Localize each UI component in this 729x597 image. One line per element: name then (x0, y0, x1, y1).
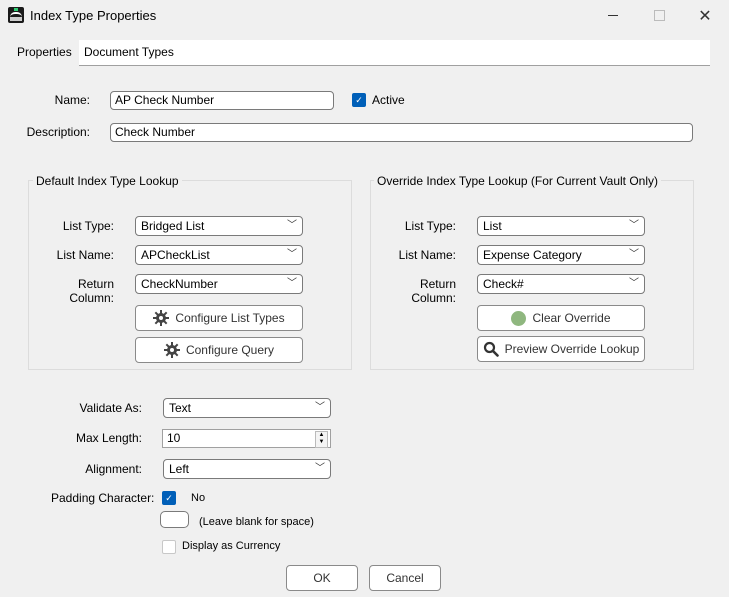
validate-as-label: Validate As: (79, 401, 142, 415)
padding-character-input[interactable] (160, 511, 189, 528)
default-return-column-label: Return Column: (69, 277, 114, 305)
app-logo-icon (8, 7, 24, 23)
name-label: Name: (54, 93, 90, 107)
status-circle-icon (511, 310, 527, 326)
search-icon (483, 341, 499, 357)
configure-list-types-button[interactable]: Configure List Types (135, 305, 303, 331)
active-label: Active (372, 93, 405, 107)
max-length-spinner[interactable]: 10 ▲ ▼ (162, 429, 331, 448)
default-lookup-title: Default Index Type Lookup (33, 174, 182, 188)
minimize-button[interactable] (590, 0, 636, 31)
validate-as-select[interactable]: Text ﹀ (163, 398, 331, 418)
close-button[interactable]: ✕ (682, 0, 728, 31)
default-list-type-label: List Type: (62, 219, 114, 233)
chevron-down-icon: ﹀ (315, 463, 325, 474)
default-list-name-value: APCheckList (141, 248, 210, 262)
close-icon: ✕ (698, 7, 712, 25)
default-list-type-select[interactable]: Bridged List ﹀ (135, 216, 303, 236)
tab-document-types[interactable]: Document Types (77, 40, 181, 65)
chevron-down-icon: ﹀ (629, 278, 639, 289)
max-length-label: Max Length: (75, 431, 142, 445)
alignment-select[interactable]: Left ﹀ (163, 459, 331, 479)
cancel-label: Cancel (386, 571, 424, 585)
max-length-value: 10 (167, 431, 181, 445)
override-return-column-value: Check# (483, 277, 524, 291)
clear-override-label: Clear Override (532, 311, 611, 325)
spinner-buttons[interactable]: ▲ ▼ (315, 431, 328, 448)
checkmark-icon: ✓ (165, 493, 173, 503)
minimize-icon (608, 15, 618, 16)
chevron-down-icon: ﹀ (287, 249, 297, 260)
chevron-down-icon: ﹀ (629, 220, 639, 231)
override-list-type-label: List Type: (404, 219, 456, 233)
default-return-column-select[interactable]: CheckNumber ﹀ (135, 274, 303, 294)
description-input[interactable]: Check Number (110, 123, 693, 142)
spin-down-icon[interactable]: ▼ (316, 439, 327, 446)
active-checkbox[interactable]: ✓ (352, 93, 366, 107)
default-list-name-select[interactable]: APCheckList ﹀ (135, 245, 303, 265)
gear-icon (163, 342, 180, 358)
override-return-column-select[interactable]: Check# ﹀ (477, 274, 645, 294)
display-currency-checkbox[interactable] (162, 540, 176, 554)
override-list-type-select[interactable]: List ﹀ (477, 216, 645, 236)
chevron-down-icon: ﹀ (629, 249, 639, 260)
override-list-name-label: List Name: (398, 248, 456, 262)
display-currency-label: Display as Currency (182, 540, 281, 552)
chevron-down-icon: ﹀ (287, 278, 297, 289)
override-list-name-select[interactable]: Expense Category ﹀ (477, 245, 645, 265)
clear-override-button[interactable]: Clear Override (477, 305, 645, 331)
padding-character-label: Padding Character: (51, 491, 155, 505)
override-list-name-value: Expense Category (483, 248, 582, 262)
alignment-label: Alignment: (85, 462, 142, 476)
checkmark-icon: ✓ (355, 95, 363, 105)
preview-override-lookup-label: Preview Override Lookup (504, 342, 640, 356)
configure-list-types-label: Configure List Types (175, 311, 285, 325)
override-lookup-title: Override Index Type Lookup (For Current … (374, 174, 662, 188)
padding-no-label: No (191, 492, 206, 504)
title-bar: Index Type Properties ✕ (0, 0, 729, 31)
name-input[interactable]: AP Check Number (110, 91, 334, 110)
ok-label: OK (313, 571, 331, 585)
default-list-type-value: Bridged List (141, 219, 205, 233)
maximize-icon (653, 10, 665, 21)
maximize-button[interactable] (636, 0, 682, 31)
validate-as-value: Text (169, 401, 192, 415)
gear-icon (153, 310, 170, 326)
chevron-down-icon: ﹀ (287, 220, 297, 231)
default-return-column-value: CheckNumber (141, 277, 218, 291)
override-return-column-label: Return Column: (411, 277, 456, 305)
cancel-button[interactable]: Cancel (369, 565, 441, 591)
tab-strip: Properties Document Types (10, 40, 710, 66)
configure-query-label: Configure Query (185, 343, 275, 357)
alignment-value: Left (169, 462, 190, 476)
padding-no-checkbox[interactable]: ✓ (162, 491, 176, 505)
window-title: Index Type Properties (30, 8, 157, 23)
override-list-type-value: List (483, 219, 502, 233)
ok-button[interactable]: OK (286, 565, 358, 591)
default-list-name-label: List Name: (56, 248, 114, 262)
description-label: Description: (26, 125, 90, 139)
tab-properties[interactable]: Properties (10, 40, 79, 66)
preview-override-lookup-button[interactable]: Preview Override Lookup (477, 336, 645, 362)
spin-up-icon[interactable]: ▲ (316, 432, 327, 439)
padding-hint: (Leave blank for space) (199, 516, 314, 528)
chevron-down-icon: ﹀ (315, 402, 325, 413)
configure-query-button[interactable]: Configure Query (135, 337, 303, 363)
